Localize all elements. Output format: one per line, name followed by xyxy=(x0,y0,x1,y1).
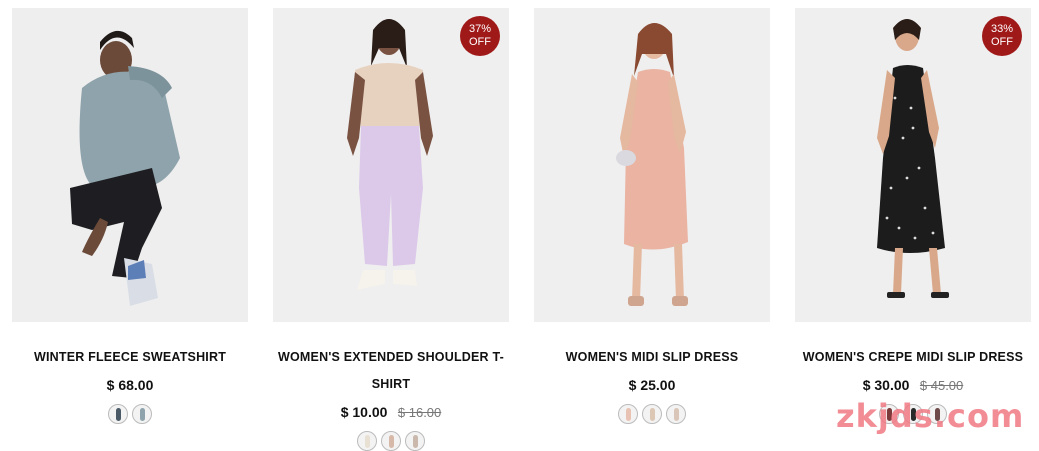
price-row: $ 68.00 xyxy=(12,373,248,398)
discount-percent: 37% xyxy=(468,23,492,35)
model-in-sweatshirt-illustration xyxy=(12,8,248,322)
watermark: zkjds.com xyxy=(836,397,1025,435)
discount-percent: 33% xyxy=(990,23,1014,35)
price-row: $ 30.00 $ 45.00 xyxy=(795,373,1031,398)
original-price: $ 45.00 xyxy=(919,378,964,393)
model-in-slip-dress-illustration xyxy=(534,8,770,322)
color-swatch[interactable] xyxy=(132,404,152,424)
product-grid: WINTER FLEECE SWEATSHIRT $ 68.00 37% OFF… xyxy=(0,0,1039,451)
color-swatch[interactable] xyxy=(381,431,401,451)
product-image[interactable]: 33% OFF xyxy=(795,8,1031,322)
color-swatches xyxy=(273,431,509,451)
color-swatch[interactable] xyxy=(666,404,686,424)
product-title[interactable]: WOMEN'S CREPE MIDI SLIP DRESS xyxy=(795,344,1031,371)
product-card-crepe-midi-slip-dress[interactable]: 33% OFF WOMEN'S CREPE MIDI SLIP DRESS $ … xyxy=(795,8,1031,424)
color-swatches xyxy=(534,404,770,424)
product-price: $ 30.00 xyxy=(862,377,910,393)
color-swatches xyxy=(12,404,248,424)
product-title[interactable]: WINTER FLEECE SWEATSHIRT xyxy=(12,344,248,371)
product-image[interactable] xyxy=(12,8,248,322)
product-card-midi-slip-dress[interactable]: WOMEN'S MIDI SLIP DRESS $ 25.00 xyxy=(534,8,770,424)
original-price: $ 16.00 xyxy=(397,405,442,420)
product-title[interactable]: WOMEN'S EXTENDED SHOULDER T-SHIRT xyxy=(273,344,509,398)
discount-badge: 37% OFF xyxy=(460,16,500,56)
product-price: $ 68.00 xyxy=(106,377,154,393)
product-card-winter-fleece-sweatshirt[interactable]: WINTER FLEECE SWEATSHIRT $ 68.00 xyxy=(12,8,248,424)
product-card-extended-shoulder-tshirt[interactable]: 37% OFF WOMEN'S EXTENDED SHOULDER T-SHIR… xyxy=(273,8,509,451)
product-price: $ 25.00 xyxy=(628,377,676,393)
discount-label: OFF xyxy=(991,36,1013,48)
color-swatch[interactable] xyxy=(357,431,377,451)
price-row: $ 10.00 $ 16.00 xyxy=(273,400,509,425)
product-image[interactable]: 37% OFF xyxy=(273,8,509,322)
product-image[interactable] xyxy=(534,8,770,322)
discount-badge: 33% OFF xyxy=(982,16,1022,56)
color-swatch[interactable] xyxy=(108,404,128,424)
product-title[interactable]: WOMEN'S MIDI SLIP DRESS xyxy=(534,344,770,371)
color-swatch[interactable] xyxy=(405,431,425,451)
product-price: $ 10.00 xyxy=(340,404,388,420)
color-swatch[interactable] xyxy=(642,404,662,424)
color-swatch[interactable] xyxy=(618,404,638,424)
price-row: $ 25.00 xyxy=(534,373,770,398)
discount-label: OFF xyxy=(469,36,491,48)
